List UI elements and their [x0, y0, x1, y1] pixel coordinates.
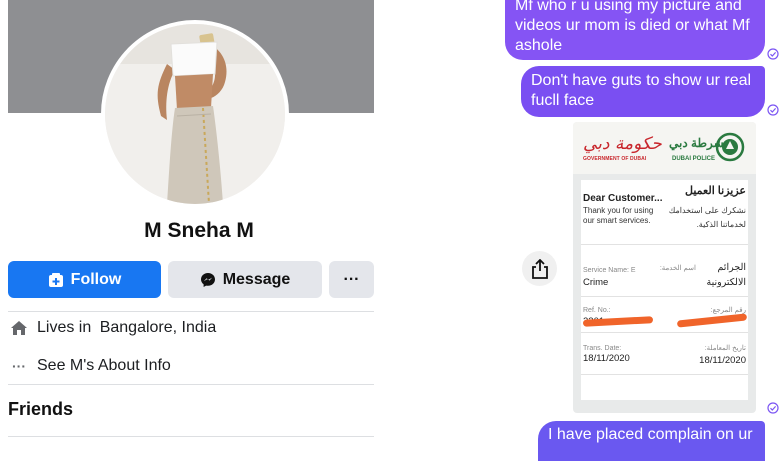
thanks-en-line-2: our smart services.	[583, 216, 651, 225]
see-about-info-label: See M's About Info	[37, 357, 171, 374]
profile-picture[interactable]	[101, 20, 289, 208]
facebook-profile-screenshot: M Sneha M Follow Message ··· Lives in Ba…	[0, 0, 385, 450]
divider	[581, 374, 748, 375]
friends-heading: Friends	[8, 399, 74, 419]
message-text: Don't have guts to show ur real fucll fa…	[531, 72, 752, 109]
service-label-ar: اسم الخدمة:	[659, 265, 696, 272]
ellipsis-icon: ···	[343, 270, 360, 288]
sent-check-icon	[767, 402, 779, 414]
receipt-header: حكومة دبي GOVERNMENT OF DUBAI شرطة دبي D…	[573, 122, 756, 174]
divider	[581, 244, 748, 245]
share-icon	[531, 258, 548, 279]
follow-button-label: Follow	[70, 270, 122, 288]
dubai-police-label: DUBAI POLICE	[672, 156, 716, 162]
chat-message-bubble[interactable]: I have placed complain on ur	[538, 421, 765, 461]
divider	[8, 384, 374, 385]
user-plus-icon	[48, 272, 64, 288]
government-of-dubai-logo: حكومة دبي	[583, 134, 663, 154]
dubai-police-emblem-icon	[715, 132, 745, 162]
shared-receipt-image[interactable]: حكومة دبي GOVERNMENT OF DUBAI شرطة دبي D…	[573, 122, 756, 413]
service-label-en: Service Name: E	[583, 267, 636, 274]
message-button[interactable]: Message	[168, 261, 322, 298]
service-value-ar-1: الجرائم	[717, 262, 746, 273]
divider	[8, 436, 374, 437]
service-value-ar-2: الالكترونية	[706, 277, 747, 288]
message-text: Mf who r u using my picture and videos u…	[515, 0, 750, 54]
divider	[8, 311, 374, 312]
messenger-icon	[200, 272, 216, 288]
government-of-dubai-label: GOVERNMENT OF DUBAI	[583, 156, 647, 162]
lives-in-prefix: Lives in	[37, 319, 96, 336]
ref-label-en: Ref. No.:	[583, 307, 611, 314]
profile-name: M Sneha M	[144, 219, 254, 242]
thanks-ar-line-1: نشكرك على استخدامك	[668, 206, 746, 215]
receipt-card: Dear Customer... عزيزنا العميل Thank you…	[581, 180, 748, 400]
chat-message-bubble[interactable]: Don't have guts to show ur real fucll fa…	[521, 66, 765, 117]
date-value-en: 18/11/2020	[583, 353, 630, 364]
thanks-en-line-1: Thank you for using	[583, 206, 654, 215]
greeting-ar: عزيزنا العميل	[685, 185, 746, 197]
share-button[interactable]	[522, 251, 557, 286]
messenger-chat-screenshot: Mf who r u using my picture and videos u…	[500, 0, 780, 461]
greeting-en: Dear Customer...	[583, 193, 663, 204]
lives-in-row: Lives in Bangalore, India	[8, 319, 216, 337]
thanks-ar-line-2: لخدماتنا الذكية.	[696, 220, 746, 229]
lives-in-place[interactable]: Bangalore, India	[100, 319, 217, 337]
ellipsis-icon: ···	[12, 358, 26, 374]
service-value-en: Crime	[583, 277, 609, 288]
home-icon	[8, 320, 30, 336]
more-options-button[interactable]: ···	[329, 261, 374, 298]
date-label-ar: تاريخ المعاملة:	[704, 345, 746, 352]
message-button-label: Message	[222, 270, 291, 288]
follow-button[interactable]: Follow	[8, 261, 161, 298]
sent-check-icon	[767, 48, 779, 60]
message-text: I have placed complain on ur	[548, 426, 753, 443]
sent-check-icon	[767, 104, 779, 116]
divider	[581, 296, 748, 297]
see-about-info-row[interactable]: ··· See M's About Info	[8, 357, 171, 375]
date-value-ar-side: 18/11/2020	[699, 355, 746, 366]
chat-message-bubble[interactable]: Mf who r u using my picture and videos u…	[505, 0, 765, 60]
divider	[581, 332, 748, 333]
